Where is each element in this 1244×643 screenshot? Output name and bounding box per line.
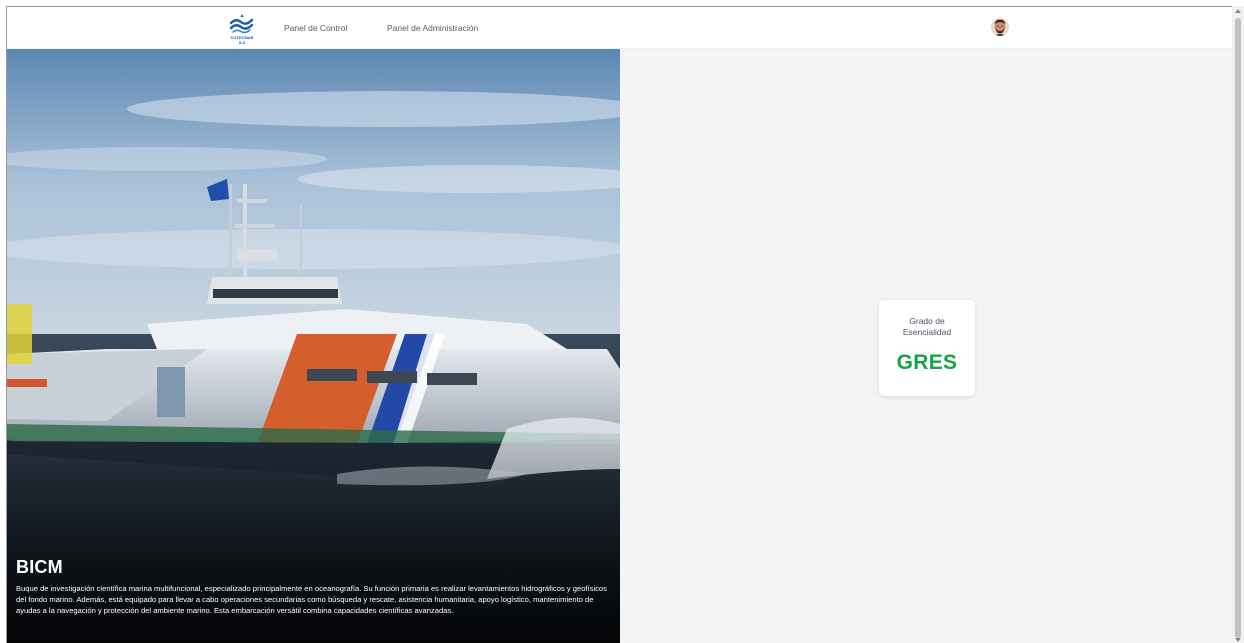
- vessel-description: Buque de investigación científica marina…: [16, 584, 607, 616]
- essentiality-card[interactable]: Grado de Esencialidad GRES: [879, 300, 975, 396]
- wave-logo-icon: [229, 14, 254, 34]
- app-window: COTECMAR S.S Panel de Control Panel de A…: [6, 6, 1232, 643]
- nav-link-panel-de-control[interactable]: Panel de Control: [284, 7, 347, 49]
- brand-logo-text: COTECMAR S.S: [227, 35, 257, 45]
- avatar-face-icon: [991, 18, 1009, 36]
- scroll-up-arrow-icon[interactable]: [1235, 9, 1241, 13]
- user-avatar[interactable]: [991, 18, 1009, 36]
- brand-subname: S.S: [238, 40, 246, 45]
- vertical-scrollbar[interactable]: [1232, 6, 1244, 643]
- essentiality-label: Grado de Esencialidad: [879, 316, 975, 338]
- vessel-title: BICM: [16, 557, 63, 577]
- nav-link-panel-de-administracion[interactable]: Panel de Administración: [387, 7, 478, 49]
- essentiality-label-line2: Esencialidad: [902, 327, 952, 337]
- scroll-thumb[interactable]: [1235, 18, 1241, 638]
- scroll-down-arrow-icon[interactable]: [1235, 638, 1241, 642]
- essentiality-value: GRES: [896, 351, 958, 374]
- vessel-hero: BICM Buque de investigación científica m…: [7, 49, 620, 643]
- brand-logo[interactable]: COTECMAR S.S: [227, 12, 257, 45]
- vessel-image: [7, 49, 620, 643]
- essentiality-label-line1: Grado de: [909, 316, 945, 326]
- dashboard-panel: Grado de Esencialidad GRES: [620, 49, 1232, 643]
- top-navbar: COTECMAR S.S Panel de Control Panel de A…: [7, 7, 1232, 49]
